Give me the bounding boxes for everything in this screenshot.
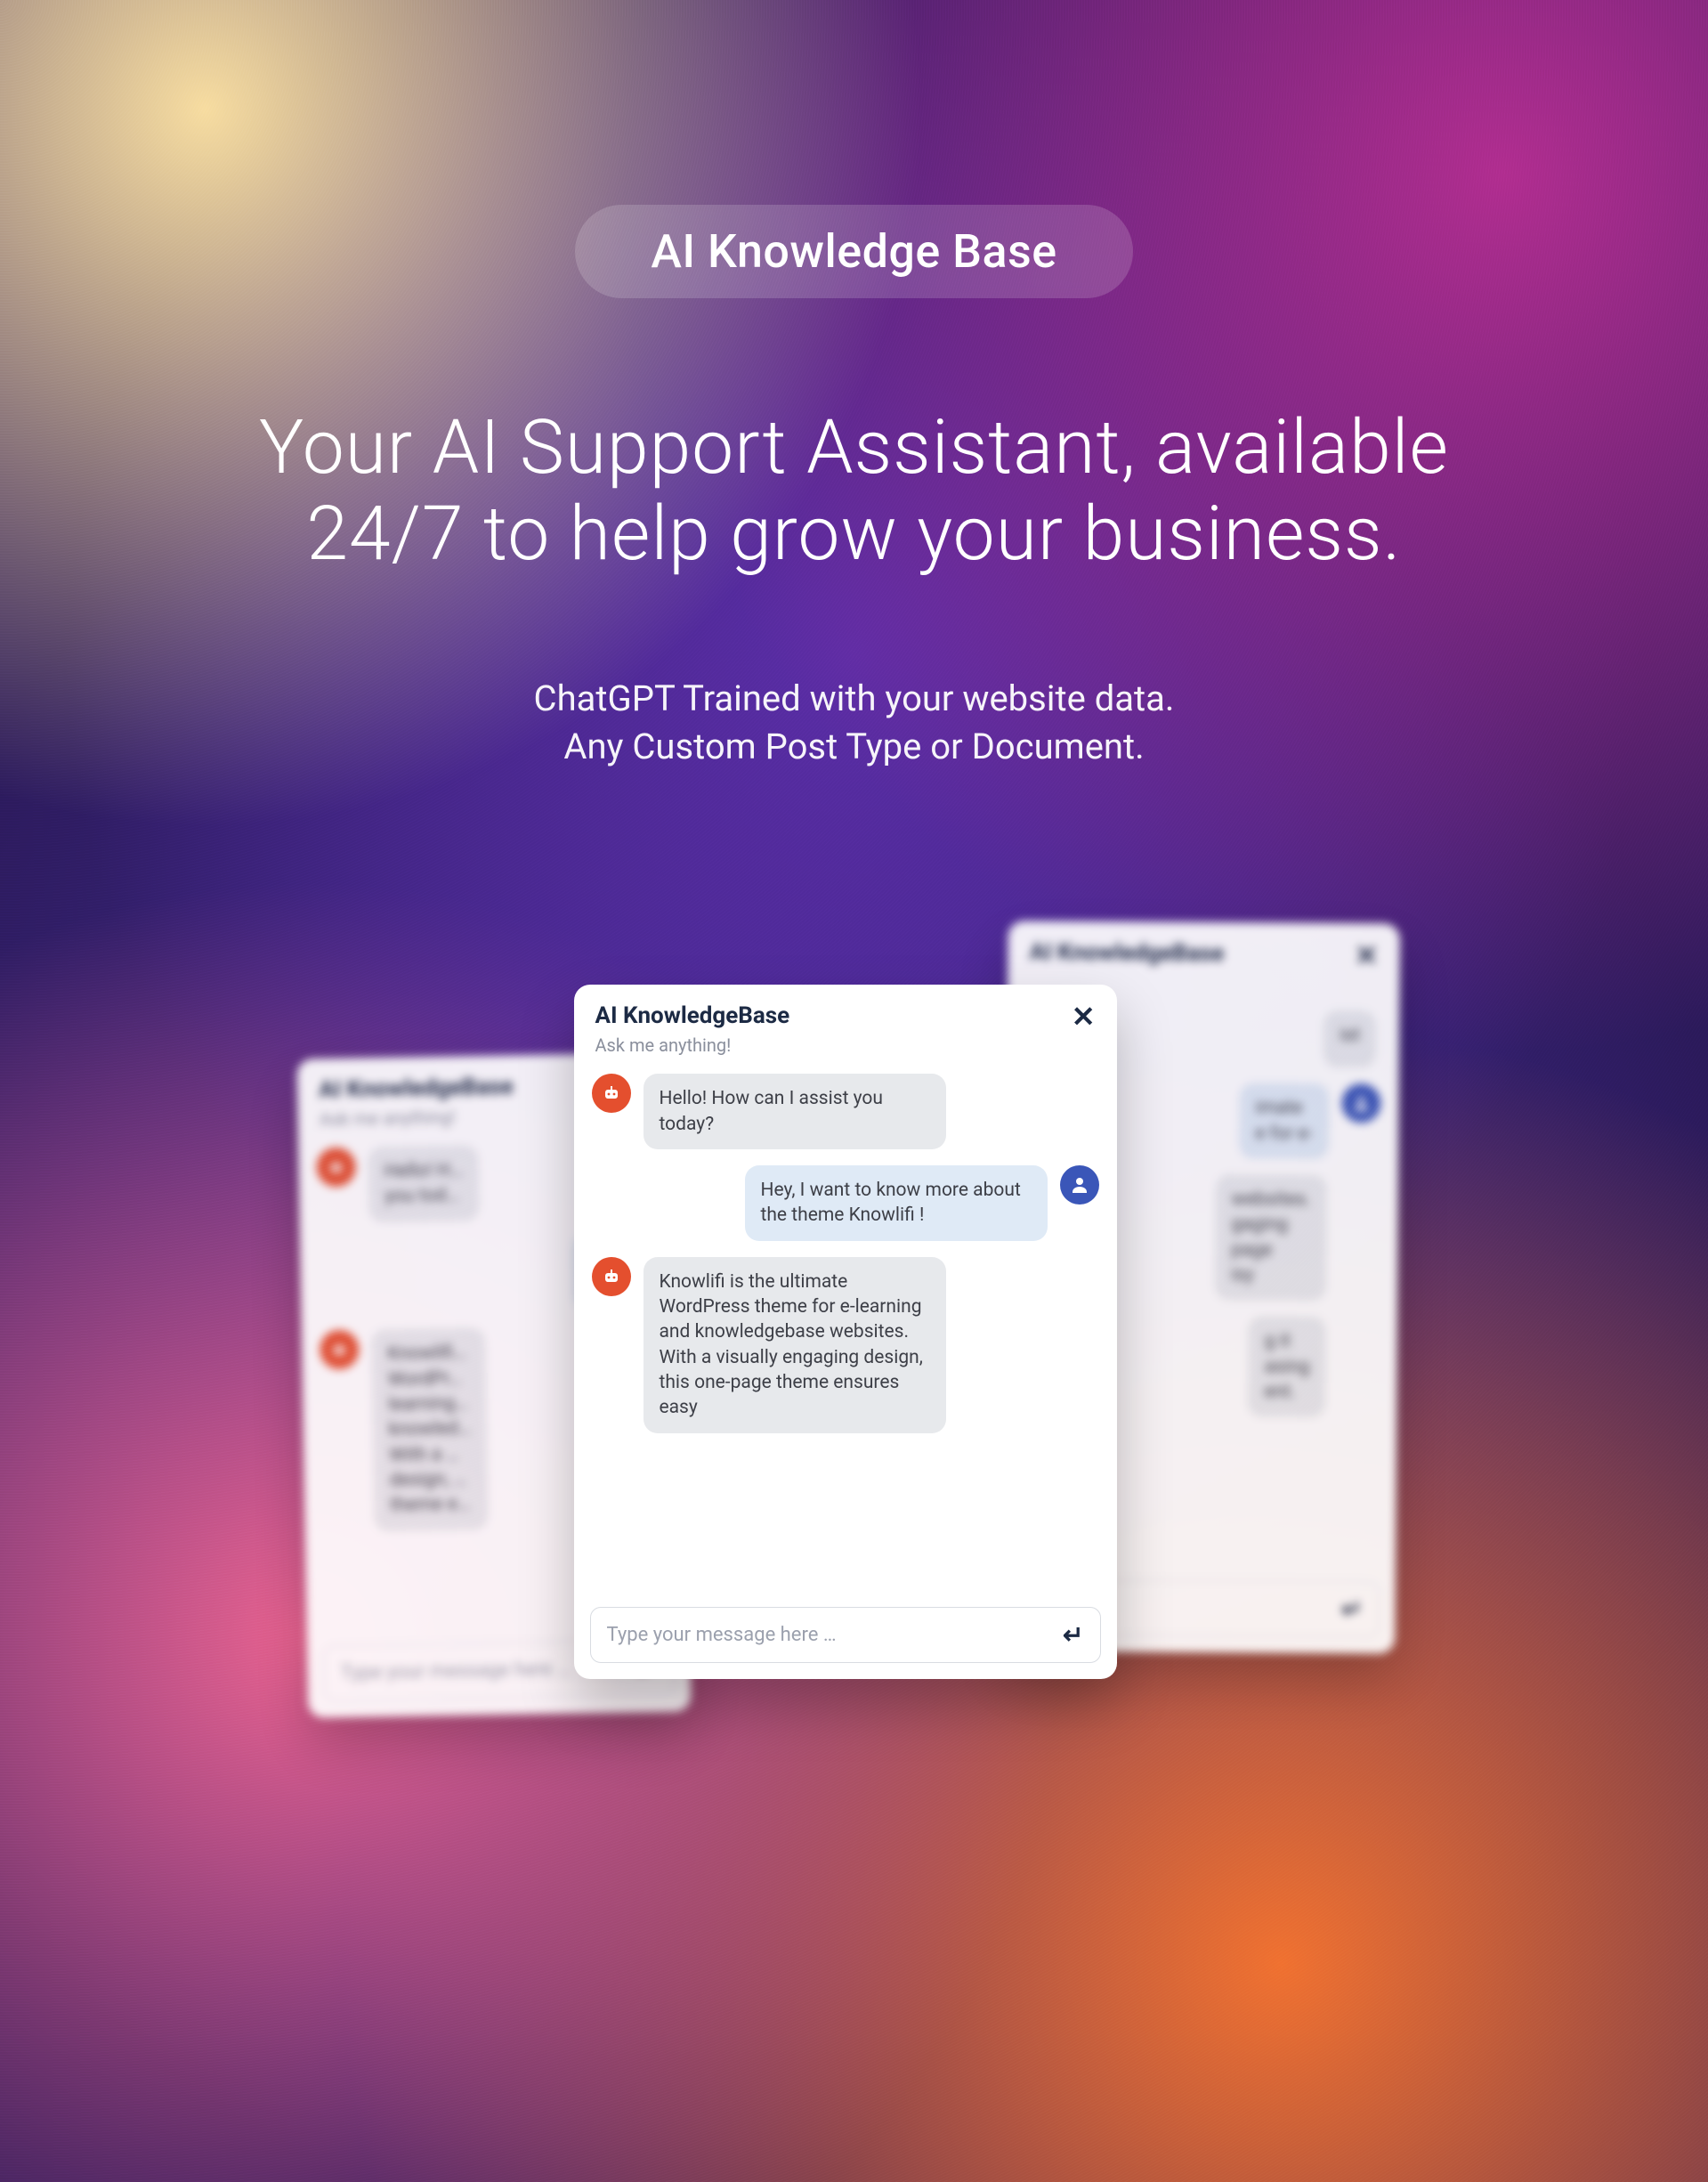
headline-line-1: Your AI Support Assistant, available — [259, 403, 1449, 491]
send-icon[interactable]: ↵ — [1340, 1594, 1362, 1624]
chat-title: AI KnowledgeBase — [595, 1002, 1072, 1029]
hero-subtext: ChatGPT Trained with your website data. … — [534, 675, 1175, 771]
chat-preview-stage: AI KnowledgeBase Ask me anything! Hello!… — [276, 896, 1433, 1786]
chat-bubble: g it asing ent. — [1248, 1317, 1326, 1418]
chat-input-placeholder: Type your message here … — [340, 1659, 570, 1685]
chat-bubble: websites. gaging page isy — [1214, 1174, 1326, 1301]
chat-input[interactable]: Type your message here … ↵ — [590, 1607, 1101, 1663]
user-avatar-icon — [1341, 1084, 1380, 1123]
bot-avatar-icon — [319, 1330, 359, 1370]
headline-line-2: 24/7 to help grow your business. — [306, 490, 1401, 578]
user-avatar-icon — [1060, 1165, 1099, 1205]
badge-pill: AI Knowledge Base — [575, 205, 1132, 298]
bot-avatar-icon — [592, 1074, 631, 1113]
bot-avatar-icon — [592, 1257, 631, 1296]
chat-bubble: Hello! H… you tod… — [368, 1145, 479, 1222]
close-icon[interactable]: ✕ — [1354, 941, 1378, 969]
chat-bubble: Hello! How can I assist you today? — [644, 1074, 946, 1149]
chat-bubble: Hey, I want to know more about the theme… — [745, 1165, 1048, 1241]
subtext-line-1: ChatGPT Trained with your website data. — [534, 677, 1175, 719]
chat-header: AI KnowledgeBase ✕ — [1008, 921, 1399, 976]
chat-bubble: ist — [1323, 1010, 1375, 1068]
chat-input-placeholder: Type your message here … — [607, 1624, 837, 1646]
chat-title: AI KnowledgeBase — [1029, 939, 1354, 969]
send-icon[interactable]: ↵ — [1063, 1620, 1083, 1650]
bot-avatar-icon — [316, 1148, 356, 1188]
chat-message-user: Hey, I want to know more about the theme… — [592, 1165, 1099, 1241]
chat-bubble: Knowlifi is the ultimate WordPress theme… — [644, 1257, 946, 1433]
close-icon[interactable]: ✕ — [1072, 1002, 1096, 1031]
subtext-line-2: Any Custom Post Type or Document. — [563, 726, 1144, 767]
chat-header: AI KnowledgeBase Ask me anything! ✕ — [574, 985, 1117, 1061]
chat-body: Hello! How can I assist you today? Hey, … — [574, 1061, 1117, 1598]
chat-message-bot: Knowlifi is the ultimate WordPress theme… — [592, 1257, 1099, 1433]
chat-window-main: AI KnowledgeBase Ask me anything! ✕ Hell… — [574, 985, 1117, 1679]
hero-section: AI Knowledge Base Your AI Support Assist… — [0, 0, 1708, 1786]
chat-bubble: imate e for e- — [1239, 1083, 1329, 1159]
hero-headline: Your AI Support Assistant, available 24/… — [259, 405, 1449, 577]
chat-message-bot: Hello! How can I assist you today? — [592, 1074, 1099, 1149]
chat-bubble: Knowlifi… WordPr… learning… knowled… Wit… — [370, 1328, 488, 1532]
chat-subtitle: Ask me anything! — [595, 1034, 1072, 1056]
